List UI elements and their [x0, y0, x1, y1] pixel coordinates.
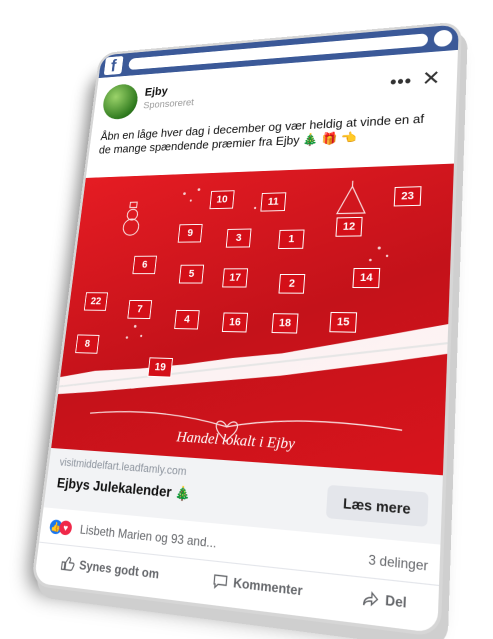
- pointing-hand-emoji: 👈: [340, 130, 358, 145]
- sponsored-label: Sponsoreret: [142, 97, 195, 111]
- calendar-door[interactable]: 10: [209, 190, 235, 210]
- calendar-door[interactable]: 19: [147, 357, 174, 378]
- facebook-icon[interactable]: f: [103, 55, 124, 76]
- gift-emoji: 🎁: [321, 131, 338, 146]
- like-label: Synes godt om: [78, 557, 160, 582]
- calendar-door[interactable]: 6: [132, 255, 157, 275]
- calendar-door[interactable]: 3: [225, 228, 252, 248]
- calendar-door[interactable]: 9: [177, 223, 203, 243]
- calendar-door[interactable]: 16: [221, 312, 249, 333]
- calendar-door[interactable]: 11: [260, 192, 287, 212]
- comment-label: Kommenter: [232, 574, 303, 599]
- link-title-text: Ejbys Julekalender: [56, 474, 173, 501]
- phone-mockup: f Ejby Sponsoreret ••• ✕ Åbn en låge hve…: [30, 21, 463, 638]
- calendar-door[interactable]: 15: [329, 311, 358, 333]
- calendar-door[interactable]: 18: [271, 313, 299, 334]
- screenshot-stage: f Ejby Sponsoreret ••• ✕ Åbn en låge hve…: [0, 0, 493, 639]
- calendar-door[interactable]: 22: [83, 292, 109, 311]
- comment-button[interactable]: Kommenter: [211, 572, 303, 600]
- menu-icon[interactable]: [433, 29, 453, 48]
- calendar-door[interactable]: 2: [278, 274, 306, 294]
- close-icon[interactable]: ✕: [421, 66, 441, 91]
- comment-icon: [211, 572, 229, 592]
- calendar-door[interactable]: 23: [393, 186, 422, 207]
- link-title[interactable]: Ejbys Julekalender 🎄: [56, 474, 191, 503]
- calendar-door[interactable]: 14: [352, 267, 381, 289]
- tree-emoji: 🎄: [174, 484, 192, 502]
- calendar-door[interactable]: 4: [174, 309, 200, 330]
- avatar[interactable]: [101, 83, 140, 121]
- tree-emoji: 🎄: [302, 132, 319, 147]
- page-name[interactable]: Ejby: [144, 84, 168, 98]
- share-label: Del: [384, 592, 407, 612]
- like-button[interactable]: Synes godt om: [60, 555, 160, 583]
- heart-icon[interactable]: ♥: [58, 519, 73, 536]
- calendar-door[interactable]: 7: [127, 299, 153, 320]
- calendar-door[interactable]: 8: [75, 334, 100, 354]
- thumbs-up-icon: [60, 555, 76, 573]
- share-icon: [361, 588, 380, 609]
- calendar-door[interactable]: 12: [335, 216, 363, 237]
- calendar-door[interactable]: 17: [222, 268, 249, 288]
- reaction-names[interactable]: Lisbeth Marien og 93 and...: [79, 522, 217, 551]
- calendar-door[interactable]: 1: [278, 229, 305, 250]
- share-count[interactable]: 3 delinger: [368, 552, 428, 574]
- share-button[interactable]: Del: [361, 588, 407, 612]
- advent-calendar-banner[interactable]: 10 11 23 9 3 1 12 6 5 17 2 14 22 7 4 16 …: [51, 163, 454, 476]
- calendar-door[interactable]: 5: [178, 264, 205, 284]
- learn-more-button[interactable]: Læs mere: [325, 484, 429, 528]
- more-options-icon[interactable]: •••: [390, 72, 413, 93]
